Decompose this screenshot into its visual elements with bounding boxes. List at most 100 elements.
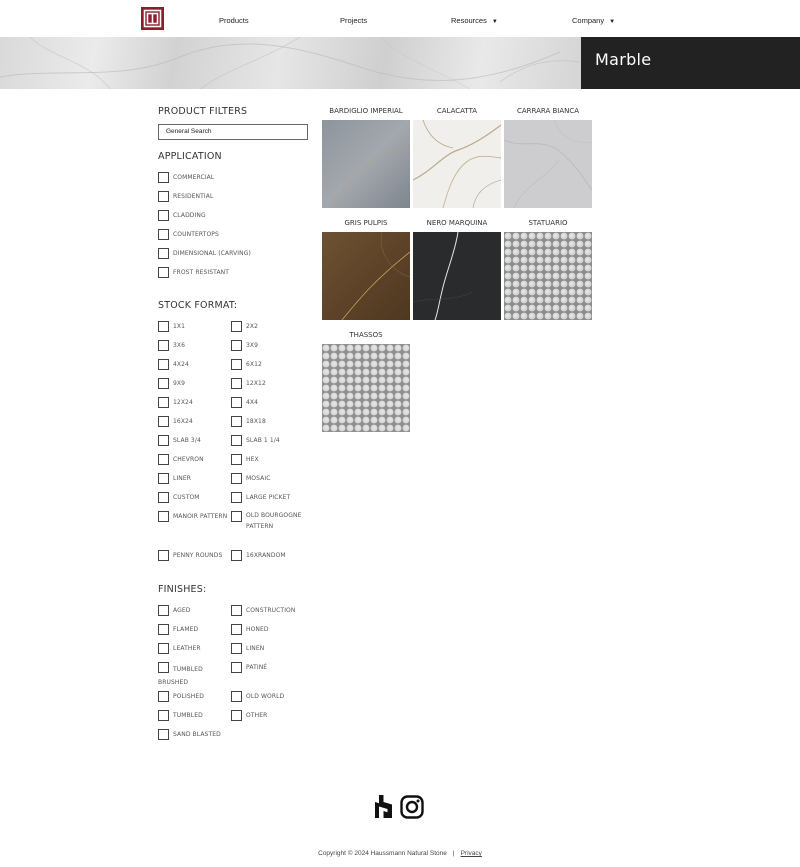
checkbox-label: POLISHED — [173, 693, 204, 700]
checkbox-label: 9X9 — [173, 380, 186, 387]
checkbox[interactable] — [231, 492, 242, 503]
stock-format-heading: STOCK FORMAT: — [158, 300, 238, 311]
checkbox-label: MOSAIC — [246, 475, 271, 482]
checkbox-label: AGED — [173, 607, 191, 614]
checkbox[interactable] — [231, 397, 242, 408]
checkbox-label: SLAB 1 1/4 — [246, 437, 280, 444]
product-image — [413, 232, 501, 320]
checkbox-label: OLD BOURGOGNE PATTERN — [246, 512, 302, 530]
checkbox[interactable] — [158, 229, 169, 240]
footer-separator: | — [452, 850, 455, 857]
checkbox[interactable] — [158, 210, 169, 221]
privacy-link[interactable]: Privacy — [461, 850, 482, 857]
checkbox-label: COUNTERTOPS — [173, 231, 219, 238]
checkbox[interactable] — [231, 359, 242, 370]
checkbox-label: SAND BLASTED — [173, 731, 221, 738]
nav-products[interactable]: Products — [219, 16, 249, 25]
checkbox[interactable] — [231, 550, 242, 561]
checkbox[interactable] — [158, 511, 169, 522]
checkbox-label: LINER — [173, 475, 192, 482]
checkbox[interactable] — [158, 191, 169, 202]
checkbox-label: 3X6 — [173, 342, 186, 349]
checkbox[interactable] — [158, 359, 169, 370]
checkbox-label: TUMBLED — [173, 712, 203, 719]
checkbox[interactable] — [231, 662, 242, 673]
checkbox-label: 4X24 — [173, 361, 189, 368]
nav-company[interactable]: Company ▼ — [572, 16, 615, 25]
checkbox[interactable] — [158, 550, 169, 561]
checkbox[interactable] — [231, 321, 242, 332]
product-image — [413, 120, 501, 208]
product-image — [322, 232, 410, 320]
checkbox[interactable] — [158, 172, 169, 183]
product-name: THASSOS — [349, 331, 383, 339]
checkbox[interactable] — [231, 710, 242, 721]
checkbox-label: MANOIR PATTERN — [173, 513, 228, 520]
checkbox[interactable] — [158, 267, 169, 278]
checkbox-label: HEX — [246, 456, 259, 463]
product-image — [322, 120, 410, 208]
checkbox[interactable] — [231, 691, 242, 702]
checkbox-label: LEATHER — [173, 645, 201, 652]
checkbox[interactable] — [231, 473, 242, 484]
filters-title: PRODUCT FILTERS — [158, 106, 248, 117]
checkbox[interactable] — [158, 624, 169, 635]
checkbox[interactable] — [231, 435, 242, 446]
checkbox[interactable] — [231, 416, 242, 427]
checkbox[interactable] — [158, 729, 169, 740]
checkbox[interactable] — [158, 710, 169, 721]
checkbox[interactable] — [158, 321, 169, 332]
checkbox[interactable] — [158, 643, 169, 654]
checkbox[interactable] — [158, 691, 169, 702]
checkbox[interactable] — [158, 397, 169, 408]
chevron-down-icon: ▼ — [491, 19, 498, 25]
checkbox[interactable] — [158, 340, 169, 351]
brand-logo[interactable] — [141, 7, 164, 30]
chevron-down-icon: ▼ — [609, 19, 616, 25]
checkbox-label: CLADDING — [173, 212, 206, 219]
checkbox-label: LARGE PICKET — [246, 494, 291, 501]
product-image — [504, 232, 592, 320]
checkbox-label: 12X24 — [173, 399, 193, 406]
checkbox[interactable] — [158, 378, 169, 389]
checkbox[interactable] — [231, 340, 242, 351]
checkbox[interactable] — [231, 643, 242, 654]
nav-resources[interactable]: Resources ▼ — [451, 16, 498, 25]
checkbox[interactable] — [231, 378, 242, 389]
checkbox[interactable] — [158, 416, 169, 427]
checkbox-label: RESIDENTIAL — [173, 193, 214, 200]
checkbox-label: COMMERCIAL — [173, 174, 215, 181]
checkbox-label: 1X1 — [173, 323, 186, 330]
checkbox-label: LINEN — [246, 645, 265, 652]
checkbox[interactable] — [158, 435, 169, 446]
instagram-icon[interactable] — [400, 795, 424, 824]
nav-company-label: Company — [572, 16, 605, 25]
checkbox-label: 16XRANDOM — [246, 552, 286, 559]
checkbox[interactable] — [158, 473, 169, 484]
finishes-heading: FINISHES: — [158, 584, 207, 595]
checkbox-label: PENNY ROUNDS — [173, 552, 223, 559]
hero-banner: Marble — [0, 37, 800, 89]
checkbox-label: 4X4 — [246, 399, 259, 406]
copyright-text: Copyright © 2024 Haussmann Natural Stone — [318, 850, 447, 857]
houzz-icon[interactable] — [375, 795, 392, 823]
checkbox[interactable] — [231, 624, 242, 635]
site-header: Products Projects Resources ▼ Company ▼ — [0, 0, 800, 37]
nav-products-label: Products — [219, 16, 249, 25]
product-name: STATUARIO — [528, 219, 568, 227]
checkbox[interactable] — [231, 511, 242, 522]
checkbox[interactable] — [231, 605, 242, 616]
nav-projects[interactable]: Projects — [340, 16, 367, 25]
checkbox-label: 2X2 — [246, 323, 259, 330]
checkbox[interactable] — [158, 248, 169, 259]
checkbox-label: 18X18 — [246, 418, 266, 425]
checkbox[interactable] — [158, 492, 169, 503]
checkbox[interactable] — [158, 454, 169, 465]
checkbox-label: 16X24 — [173, 418, 193, 425]
checkbox[interactable] — [231, 454, 242, 465]
checkbox[interactable] — [158, 605, 169, 616]
checkbox-label: 3X9 — [246, 342, 259, 349]
checkbox-label: PATINÉ — [246, 664, 268, 671]
search-input[interactable]: General Search — [158, 124, 308, 140]
nav-projects-label: Projects — [340, 16, 368, 25]
